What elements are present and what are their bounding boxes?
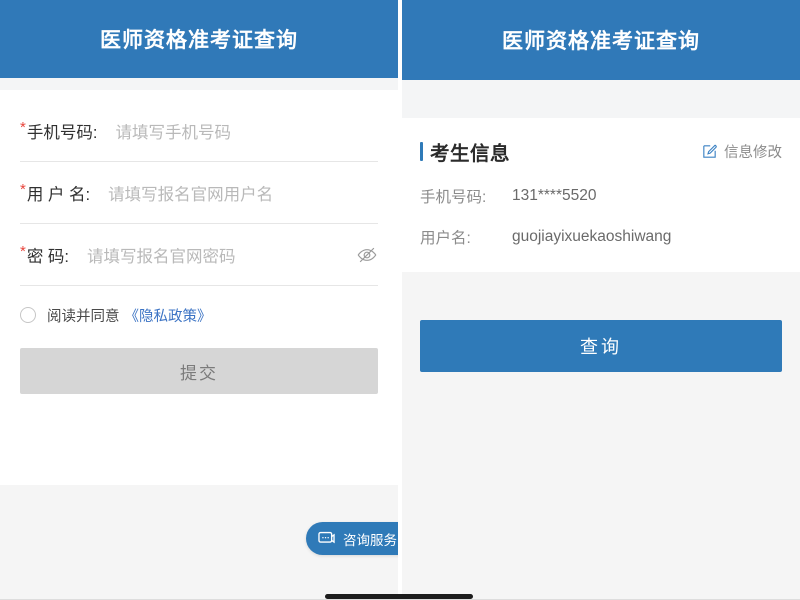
header-gap-right bbox=[402, 80, 800, 118]
info-key-phone: 手机号码: bbox=[420, 185, 512, 207]
edit-info-label: 信息修改 bbox=[724, 141, 782, 162]
edit-info-link[interactable]: 信息修改 bbox=[701, 141, 782, 162]
header-gap-left bbox=[0, 78, 398, 90]
candidate-info-title-wrap: 考生信息 bbox=[420, 137, 510, 166]
edit-pencil-icon bbox=[701, 143, 718, 160]
field-label-phone: 手机号码: bbox=[27, 119, 98, 143]
query-button[interactable]: 查询 bbox=[420, 320, 782, 372]
app-title-right: 医师资格准考证查询 bbox=[502, 25, 700, 55]
agreement-checkbox[interactable] bbox=[20, 307, 36, 323]
agreement-text: 阅读并同意 bbox=[47, 305, 120, 326]
info-value-username: guojiayixuekaoshiwang bbox=[512, 228, 671, 246]
required-asterisk-password: * bbox=[20, 244, 26, 259]
home-indicator bbox=[325, 594, 473, 599]
info-value-phone: 131****5520 bbox=[512, 187, 596, 205]
query-button-wrap: 查询 bbox=[402, 272, 800, 372]
info-row-username: 用户名: guojiayixuekaoshiwang bbox=[420, 226, 782, 248]
candidate-info-card: 考生信息 信息修改 手机号码: 131****5520 bbox=[402, 118, 800, 272]
candidate-info-header: 考生信息 信息修改 bbox=[420, 136, 782, 166]
chat-bubble-icon bbox=[317, 529, 336, 548]
chat-service-label-left: 咨询服务 bbox=[343, 529, 397, 549]
field-row-username[interactable]: * 用 户 名: 请填写报名官网用户名 bbox=[20, 162, 378, 224]
chat-service-fab-left[interactable]: 咨询服务 bbox=[306, 522, 398, 555]
privacy-policy-link[interactable]: 《隐私政策》 bbox=[125, 305, 212, 326]
phone-input[interactable]: 请填写手机号码 bbox=[115, 119, 378, 143]
info-row-phone: 手机号码: 131****5520 bbox=[420, 185, 782, 207]
required-asterisk-phone: * bbox=[20, 120, 26, 135]
username-input[interactable]: 请填写报名官网用户名 bbox=[108, 181, 378, 205]
login-form-card: * 手机号码: 请填写手机号码 * 用 户 名: 请填写报名官网用户名 * 密 … bbox=[0, 90, 398, 485]
submit-button[interactable]: 提交 bbox=[20, 348, 378, 394]
screenshot-root: 医师资格准考证查询 * 手机号码: 请填写手机号码 * 用 户 名: 请填写报名… bbox=[0, 0, 800, 600]
app-title-left: 医师资格准考证查询 bbox=[100, 24, 298, 54]
app-header-right: 医师资格准考证查询 bbox=[402, 0, 800, 80]
field-label-username: 用 户 名: bbox=[27, 181, 90, 205]
agreement-row[interactable]: 阅读并同意 《隐私政策》 bbox=[20, 286, 378, 338]
password-input[interactable]: 请填写报名官网密码 bbox=[87, 243, 350, 267]
login-panel: 医师资格准考证查询 * 手机号码: 请填写手机号码 * 用 户 名: 请填写报名… bbox=[0, 0, 398, 600]
info-key-username: 用户名: bbox=[420, 226, 512, 248]
app-header-left: 医师资格准考证查询 bbox=[0, 0, 398, 78]
required-asterisk-username: * bbox=[20, 182, 26, 197]
candidate-info-title: 考生信息 bbox=[430, 137, 510, 166]
field-label-password: 密 码: bbox=[27, 243, 69, 267]
field-row-password[interactable]: * 密 码: 请填写报名官网密码 bbox=[20, 224, 378, 286]
eye-slash-icon[interactable] bbox=[356, 244, 378, 266]
result-panel: 医师资格准考证查询 考生信息 信息修改 bbox=[402, 0, 800, 600]
title-accent-bar bbox=[420, 142, 423, 161]
field-row-phone[interactable]: * 手机号码: 请填写手机号码 bbox=[20, 100, 378, 162]
